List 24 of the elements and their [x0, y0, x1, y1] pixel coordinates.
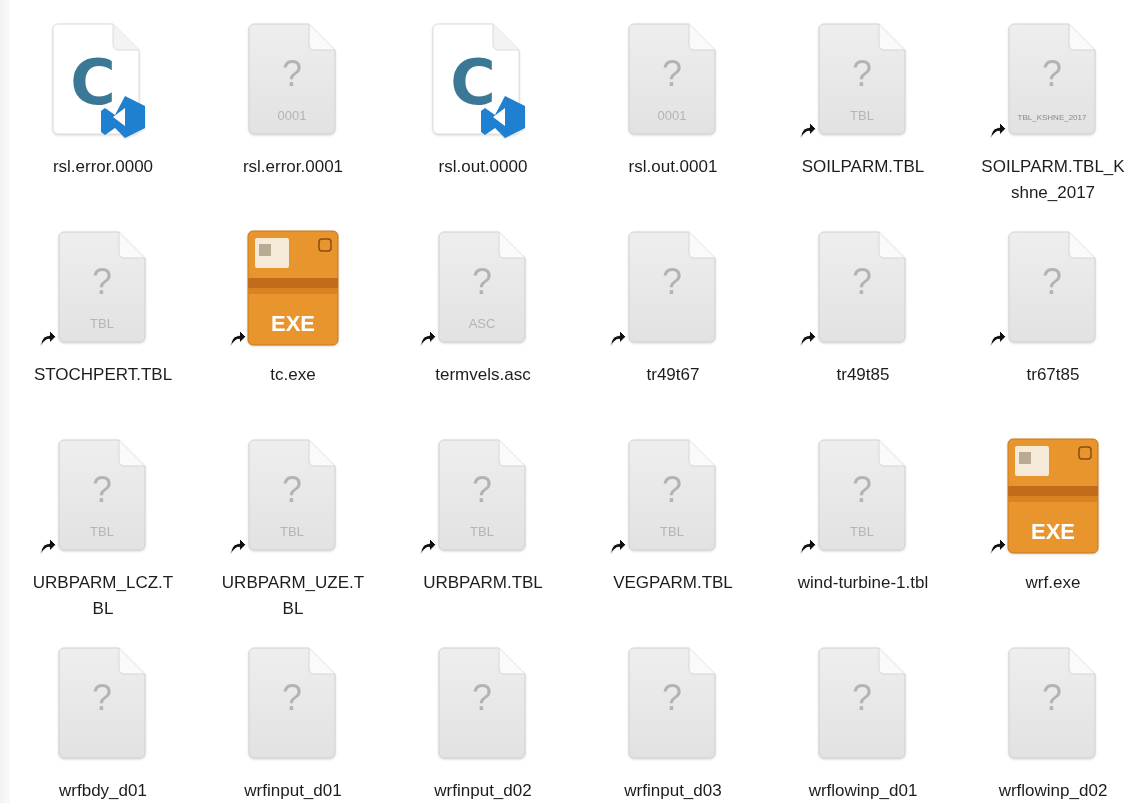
file-name[interactable]: wrflowinp_d01	[808, 778, 918, 803]
file-name[interactable]: URBPARM_LCZ.T BL	[32, 570, 174, 622]
file-name[interactable]: wrfbdy_d01	[59, 778, 147, 803]
file-name[interactable]: rsl.out.0000	[438, 154, 528, 180]
file-name[interactable]: tc.exe	[270, 362, 316, 388]
file-name[interactable]: wrfinput_d03	[624, 778, 722, 803]
file-name[interactable]: wrfinput_d02	[434, 778, 532, 803]
file-name[interactable]: URBPARM_UZE.T BL	[221, 570, 365, 622]
file-name[interactable]: wrf.exe	[1025, 570, 1081, 596]
file-name[interactable]: SOILPARM.TBL_K shne_2017	[981, 154, 1125, 206]
file-name[interactable]: STOCHPERT.TBL	[33, 362, 173, 388]
file-name[interactable]: VEGPARM.TBL	[613, 570, 733, 596]
file-name[interactable]: rsl.error.0000	[52, 154, 154, 180]
file-name[interactable]: rsl.out.0001	[628, 154, 718, 180]
file-name[interactable]: URBPARM.TBL	[423, 570, 543, 596]
file-name[interactable]: rsl.error.0001	[242, 154, 344, 180]
file-name[interactable]: wrfinput_d01	[244, 778, 342, 803]
file-name[interactable]: SOILPARM.TBL	[801, 154, 925, 180]
file-name[interactable]: wind-turbine-1.tbl	[797, 570, 929, 596]
file-name[interactable]: wrflowinp_d02	[998, 778, 1108, 803]
file-name[interactable]: tr67t85	[1026, 362, 1080, 388]
file-name[interactable]: tr49t85	[836, 362, 890, 388]
file-name[interactable]: termvels.asc	[435, 362, 531, 388]
file-name[interactable]: tr49t67	[646, 362, 700, 388]
